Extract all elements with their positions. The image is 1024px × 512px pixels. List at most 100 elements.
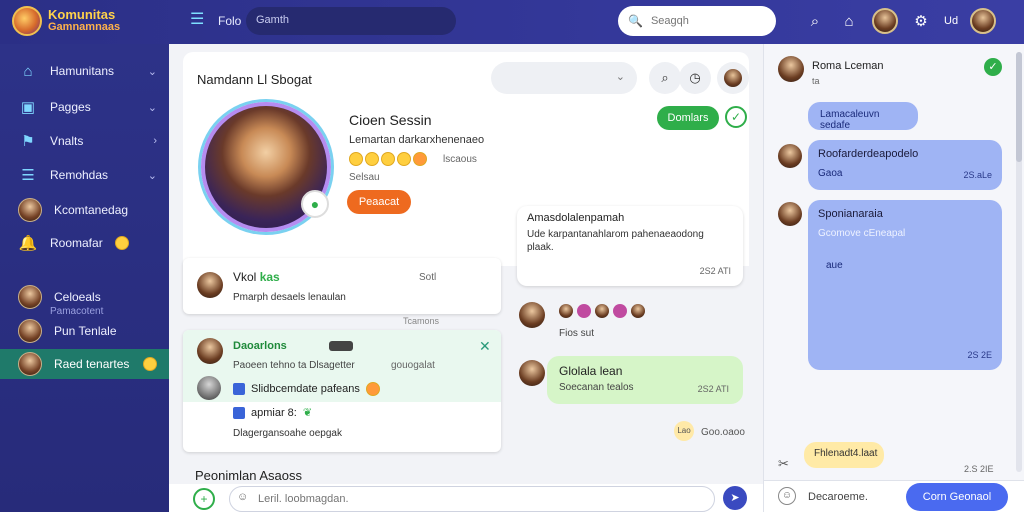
chat-bubble[interactable]: Roofarderdeapodelo Gaoa 2S.aLe bbox=[808, 140, 1002, 190]
avatar bbox=[197, 338, 223, 364]
message-title: Glolala lean bbox=[559, 364, 623, 378]
sidebar-item-label: Raed tenartes bbox=[54, 357, 130, 371]
sidebar-item-label: Hamunitans bbox=[50, 64, 115, 78]
chat-bubble-text: Sponianaraia bbox=[818, 208, 883, 220]
chat-composer-text[interactable]: Decaroeme. bbox=[808, 491, 868, 503]
tools-icon[interactable]: ✂ bbox=[778, 456, 789, 472]
message-input[interactable] bbox=[229, 486, 715, 512]
avatar-image bbox=[724, 69, 742, 87]
clock-icon[interactable]: ◷ bbox=[679, 62, 711, 94]
avatar bbox=[559, 304, 573, 318]
sidebar-item-home[interactable]: ⌂ Hamunitans ⌄ bbox=[0, 56, 169, 86]
avatar bbox=[519, 360, 545, 386]
chat-send-button[interactable]: Corn Geonaol bbox=[906, 483, 1008, 511]
sidebar-item-pages[interactable]: ▣ Pagges ⌄ bbox=[0, 92, 169, 122]
pages-icon: ▣ bbox=[20, 99, 36, 116]
checkbox[interactable] bbox=[233, 383, 245, 395]
checklist-item[interactable]: apmiar 8: ❦ bbox=[233, 406, 312, 419]
checklist-item[interactable]: Slidbcemdate pafeans bbox=[233, 382, 380, 396]
sidebar-item-vault[interactable]: ⚑ Vnalts › bbox=[0, 126, 169, 156]
brand-line2: Gamnamnaas bbox=[48, 21, 121, 33]
sidebar-item-pun-tenlale[interactable]: Pun Tenlale bbox=[0, 316, 169, 346]
post-card[interactable]: Vkol kas Sotl Pmarph desaels lenaulan bbox=[183, 258, 501, 314]
avatar bbox=[18, 319, 42, 343]
chat-time: 2.S 2IE bbox=[964, 464, 994, 474]
avatar bbox=[778, 56, 804, 82]
chat-bubble[interactable]: Fhlenadt4.laat bbox=[804, 442, 884, 468]
search-icon[interactable]: ⌕ bbox=[649, 62, 681, 94]
sidebar-item-label: Celoeals bbox=[54, 290, 101, 304]
emoji-icon bbox=[413, 152, 427, 166]
filter-select[interactable]: ⌄ bbox=[491, 62, 637, 94]
post-author: Vkol kas bbox=[233, 270, 280, 284]
message-title: Amasdolalenpamah bbox=[527, 212, 625, 224]
message-bubble[interactable]: Glolala lean Soecanan tealos 2S2 ATI bbox=[547, 356, 743, 404]
reaction-label: Fios sut bbox=[559, 328, 595, 339]
search-icon[interactable]: ⌕ bbox=[804, 13, 826, 30]
post-time: Sotl bbox=[419, 272, 437, 283]
main-header: Namdann Ll Sbogat ⌄ ⌕ ◷ bbox=[183, 52, 749, 102]
profile-avatar[interactable] bbox=[970, 8, 997, 34]
post-card[interactable]: Daoarlons Paoeen tehno ta Dlsagetter gou… bbox=[183, 330, 501, 452]
add-icon[interactable]: + bbox=[193, 488, 215, 510]
send-button[interactable]: ➤ bbox=[723, 486, 747, 510]
avatar bbox=[519, 302, 545, 328]
chevron-down-icon: ⌄ bbox=[615, 71, 625, 83]
scrollbar-thumb[interactable] bbox=[1016, 52, 1022, 162]
check-icon[interactable]: ✓ bbox=[725, 106, 747, 128]
reaction-avatars bbox=[559, 304, 645, 318]
reaction-pill[interactable]: Lao bbox=[674, 421, 694, 441]
sidebar-item-remohdas[interactable]: ☰ Remohdas ⌄ bbox=[0, 160, 169, 190]
avatar bbox=[18, 198, 42, 222]
chat-composer: ☺ Decaroeme. Corn Geonaol bbox=[764, 480, 1024, 512]
close-icon[interactable]: ✕ bbox=[479, 338, 491, 355]
chat-bubble-time: 2S 2E bbox=[967, 350, 992, 360]
sidebar: ⌂ Hamunitans ⌄ ▣ Pagges ⌄ ⚑ Vnalts › ☰ R… bbox=[0, 44, 169, 512]
message-card[interactable]: Amasdolalenpamah Ude karpantanahlarom pa… bbox=[517, 206, 743, 286]
chat-bubble-text: Roofarderdeapodelo bbox=[818, 148, 919, 160]
message-body: Ude karpantanahlarom pahenaeaodong plaak… bbox=[527, 229, 704, 253]
channel-search[interactable]: Gamth bbox=[246, 7, 456, 35]
home-icon: ⌂ bbox=[23, 62, 33, 80]
sidebar-item-label: Remohdas bbox=[50, 168, 109, 182]
chat-bubble[interactable]: Lamacaleuvn sedafe bbox=[808, 102, 918, 131]
emoji-icon bbox=[381, 152, 395, 166]
checklist-label: Slidbcemdate pafeans bbox=[251, 383, 360, 395]
post-tag: Tcamons bbox=[403, 316, 440, 326]
message-time: 2S2 ATI bbox=[699, 266, 731, 276]
chevron-right-icon: › bbox=[153, 135, 157, 147]
post-author-name: Vkol bbox=[233, 270, 257, 284]
chat-bubble[interactable]: Sponianaraia Gcomove cEneapal aue 2S 2E bbox=[808, 200, 1002, 370]
sidebar-item-celoeals[interactable]: Celoeals bbox=[0, 282, 169, 312]
emoji-icon bbox=[143, 357, 157, 371]
home-icon[interactable]: ⌂ bbox=[838, 13, 860, 30]
chat-header-name: Roma Lceman bbox=[812, 60, 884, 72]
sidebar-item-kcomtanedag[interactable]: Kcomtanedag bbox=[0, 195, 169, 225]
avatar[interactable] bbox=[872, 8, 898, 34]
emoji-icon[interactable]: ☺ bbox=[237, 491, 248, 503]
search-input[interactable] bbox=[650, 15, 761, 27]
settings-icon[interactable]: ⚙ bbox=[910, 12, 932, 30]
join-button[interactable]: Domlars bbox=[657, 106, 719, 130]
avatar bbox=[197, 272, 223, 298]
post-text: Pmarph desaels lenaulan bbox=[233, 292, 346, 303]
emoji-icon bbox=[349, 152, 363, 166]
checkbox[interactable] bbox=[233, 406, 245, 419]
emoji-icon bbox=[365, 382, 380, 396]
emoji-icon[interactable]: ☺ bbox=[778, 487, 796, 505]
username[interactable]: Ud bbox=[944, 15, 958, 27]
reaction-time: Goo.oaoo bbox=[701, 427, 745, 438]
avatar bbox=[778, 144, 802, 168]
profile-count: lscaous bbox=[443, 154, 477, 165]
chat-bubble-icon[interactable]: ● bbox=[301, 190, 329, 218]
search-bar[interactable]: 🔍 bbox=[618, 6, 776, 36]
sidebar-item-raed-tenartes[interactable]: Raed tenartes bbox=[0, 349, 169, 379]
post-author: Daoarlons bbox=[233, 340, 287, 352]
top-icons: ⌕ ⌂ ⚙ Ud bbox=[804, 8, 997, 34]
app-logo[interactable]: Komunitas Gamnamnaas bbox=[12, 6, 120, 36]
post-meta: Paoeen tehno ta Dlsagetter bbox=[233, 360, 355, 371]
avatar[interactable] bbox=[717, 62, 749, 94]
follow-button[interactable]: Peaacat bbox=[347, 190, 411, 214]
sidebar-item-roomafar[interactable]: 🔔 Roomafar bbox=[0, 228, 169, 258]
menu-icon[interactable]: ☰ bbox=[190, 12, 208, 28]
